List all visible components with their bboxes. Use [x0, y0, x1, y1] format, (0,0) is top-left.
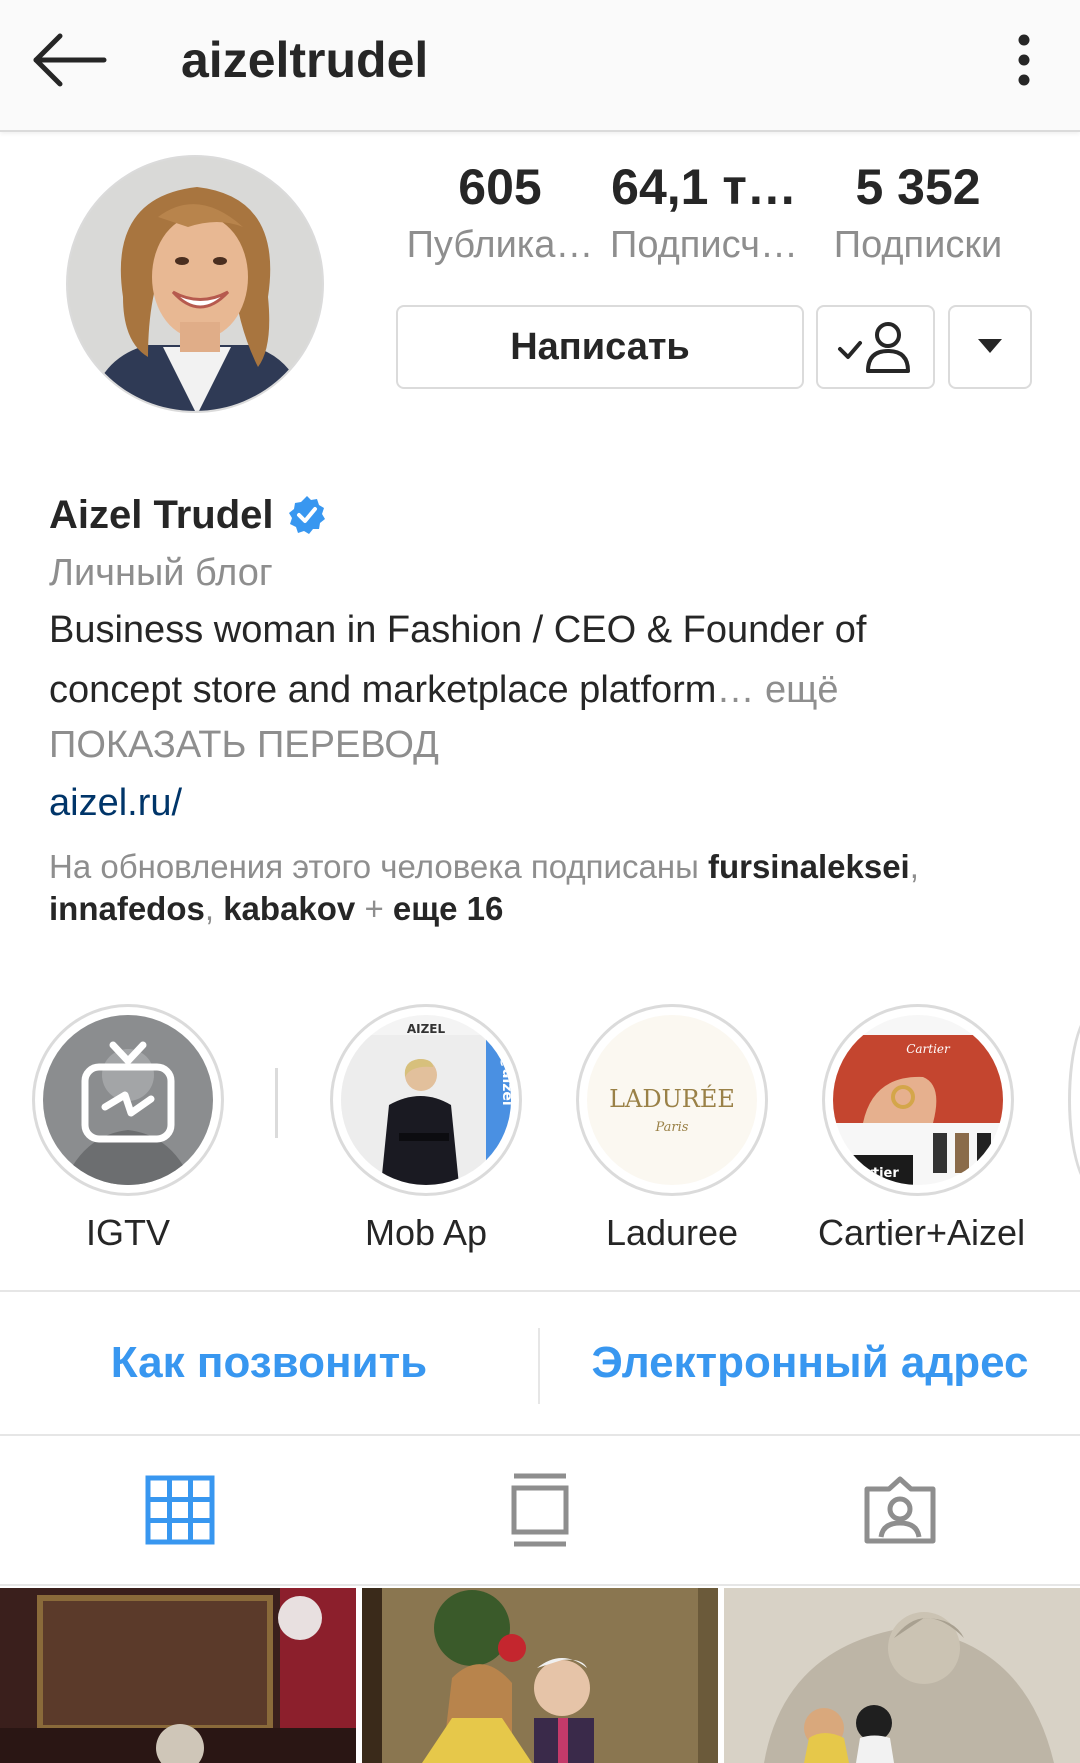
highlight-cover [43, 1015, 213, 1185]
full-name: Aizel Trudel [49, 493, 274, 537]
highlight-label: Mob Ap [364, 1212, 488, 1253]
top-bar: aizeltrudel [0, 0, 1080, 132]
highlight-cover: Cartier @cartier [833, 1015, 1003, 1185]
svg-text:@aizel: @aizel [499, 1055, 511, 1106]
highlight-label: Cartier+Aizel [818, 1212, 1026, 1253]
highlight-igtv[interactable]: IGTV [28, 1004, 228, 1258]
contact-bar: Как позвонить Электронный адрес [0, 1290, 1080, 1436]
svg-text:AIZEL: AIZEL [407, 1022, 446, 1036]
stat-followers[interactable]: 64,1 т… Подписч… [604, 155, 804, 271]
more-followers-link[interactable]: еще 16 [393, 890, 503, 927]
svg-text:LADURÉE: LADURÉE [609, 1084, 735, 1113]
grid-post[interactable] [362, 1588, 718, 1763]
highlight-ring: Cartier @cartier [822, 1004, 1014, 1196]
show-translation-link[interactable]: ПОКАЗАТЬ ПЕРЕВОД [49, 718, 439, 772]
svg-text:@cartier: @cartier [837, 1166, 899, 1181]
follower-link[interactable]: fursinaleksei [708, 848, 910, 885]
highlight-label: Laduree [605, 1212, 739, 1253]
message-button[interactable]: Написать [396, 305, 804, 389]
plus-separator: + [355, 890, 393, 927]
verified-badge-icon [288, 496, 325, 534]
highlight-partial[interactable] [1068, 1006, 1080, 1194]
arrow-left-icon [33, 33, 107, 87]
highlight-cover: LADURÉE Paris [587, 1015, 757, 1185]
feed-icon [511, 1473, 569, 1547]
bio-line-2: concept store and marketplace platform… … [49, 660, 1029, 720]
svg-text:Cartier: Cartier [906, 1042, 951, 1056]
profile-tabs [0, 1436, 1080, 1586]
tab-grid[interactable] [0, 1436, 360, 1584]
highlight-cover: AIZEL @aizel [341, 1015, 511, 1185]
followers-label: Подписч… [610, 224, 798, 266]
profile-username: aizeltrudel [181, 32, 429, 88]
grid-post[interactable] [724, 1588, 1080, 1763]
grid-post[interactable] [0, 1588, 356, 1763]
separator: , [909, 848, 919, 885]
highlight-label: IGTV [85, 1212, 170, 1253]
call-button[interactable]: Как позвонить [0, 1292, 538, 1434]
tab-feed[interactable] [360, 1436, 720, 1584]
followed-by-prefix: На обновления этого человека подписаны [49, 848, 708, 885]
follower-link[interactable]: kabakov [223, 890, 355, 927]
email-button[interactable]: Электронный адрес [540, 1292, 1080, 1434]
following-button[interactable] [816, 305, 935, 389]
profile-bio: Business woman in Fashion / CEO & Founde… [49, 600, 1029, 720]
highlight-ring: LADURÉE Paris [576, 1004, 768, 1196]
full-name-row: Aizel Trudel [49, 488, 328, 542]
followers-count: 64,1 т… [611, 159, 797, 215]
bio-more-link[interactable]: … ещё [716, 669, 838, 711]
followed-by-text[interactable]: На обновления этого человека подписаны f… [49, 846, 1039, 930]
back-button[interactable] [30, 30, 110, 90]
profile-avatar[interactable] [66, 155, 324, 413]
following-label: Подписки [833, 224, 1003, 266]
suggested-dropdown-button[interactable] [948, 305, 1032, 389]
tab-tagged[interactable] [720, 1436, 1080, 1584]
grid-icon [145, 1475, 215, 1545]
svg-text:Paris: Paris [655, 1120, 689, 1135]
highlights-divider [275, 1068, 278, 1138]
user-check-icon [837, 322, 910, 373]
more-options-button[interactable] [1000, 28, 1048, 92]
posts-count: 605 [458, 159, 542, 215]
highlight-laduree[interactable]: LADURÉE Paris Laduree [572, 1004, 772, 1258]
bio-line-2-text: concept store and marketplace platform [49, 669, 717, 711]
stat-posts[interactable]: 605 Публика… [396, 155, 604, 271]
highlight-ring [32, 1004, 224, 1196]
posts-label: Публика… [406, 224, 594, 266]
tagged-icon [864, 1476, 936, 1544]
highlight-mob-ap[interactable]: AIZEL @aizel Mob Ap [326, 1004, 526, 1258]
follower-link[interactable]: innafedos [49, 890, 205, 927]
following-count: 5 352 [855, 159, 981, 215]
bio-line-1: Business woman in Fashion / CEO & Founde… [49, 609, 867, 651]
more-vertical-icon [1018, 34, 1030, 86]
website-link[interactable]: aizel.ru/ [49, 776, 182, 830]
stat-following[interactable]: 5 352 Подписки [814, 155, 1022, 271]
highlight-ring: AIZEL @aizel [330, 1004, 522, 1196]
triangle-down-icon [978, 339, 1002, 353]
profile-category: Личный блог [49, 552, 273, 594]
separator: , [204, 890, 224, 927]
highlight-cartier-aizel[interactable]: Cartier @cartier Cartier+Aizel [818, 1004, 1026, 1258]
